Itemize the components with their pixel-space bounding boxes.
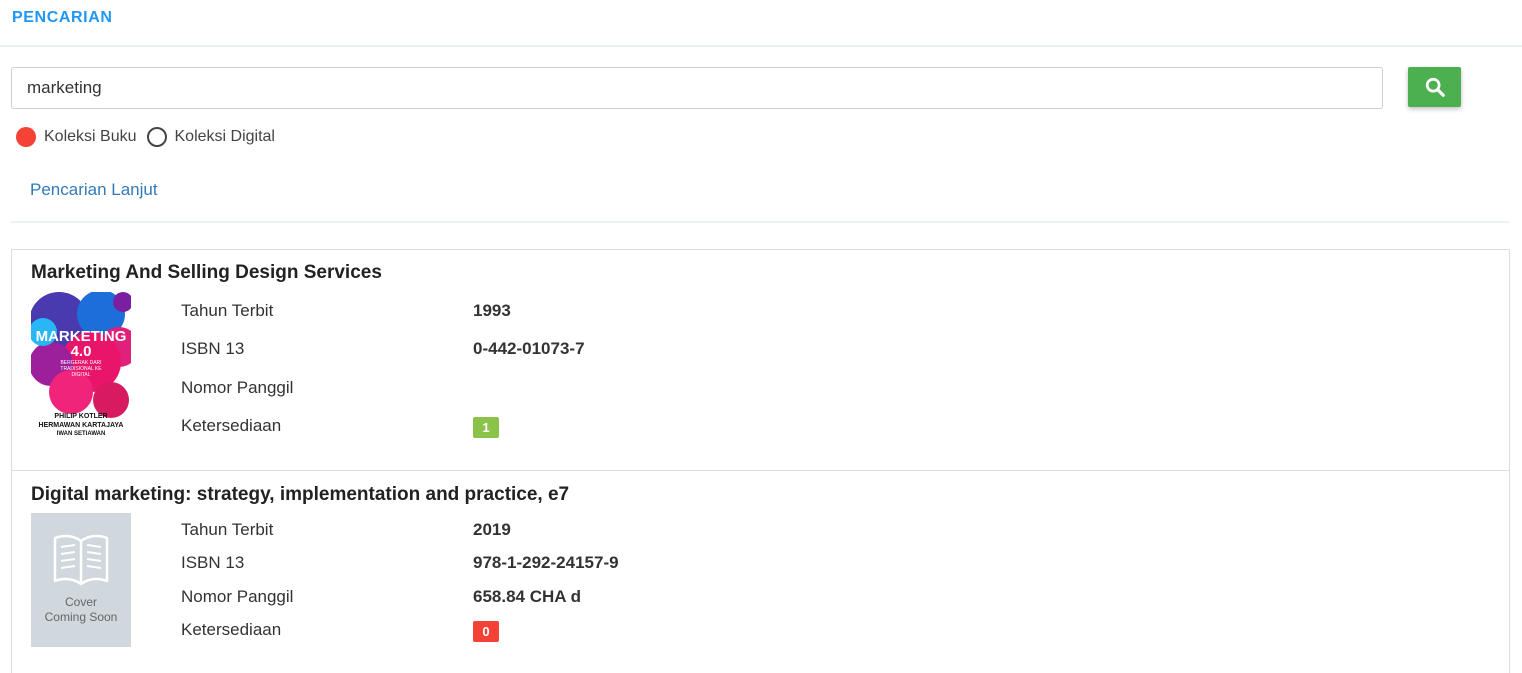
availability-label: Ketersediaan <box>181 416 282 435</box>
result-title-link[interactable]: Marketing And Selling Design Services <box>31 262 382 284</box>
book-cover-placeholder[interactable]: Cover Coming Soon <box>31 513 131 647</box>
radio-koleksi-digital[interactable]: Koleksi Digital <box>146 127 275 147</box>
availability-label: Ketersediaan <box>181 620 282 639</box>
results-list: Marketing And Selling Design Services MA… <box>11 249 1510 673</box>
isbn-value: 0-442-01073-7 <box>473 339 585 358</box>
page-header: PENCARIAN <box>0 0 1522 47</box>
search-button[interactable] <box>1408 67 1461 107</box>
year-label: Tahun Terbit <box>181 301 274 320</box>
isbn-value: 978-1-292-24157-9 <box>473 553 619 572</box>
cover-author: HERMAWAN KARTAJAYA <box>38 422 124 429</box>
cover-tagline: BERGERAK DARI TRADISIONAL KE DIGITAL <box>60 360 102 378</box>
cover-subtitle: 4.0 <box>70 343 92 360</box>
radio-koleksi-buku[interactable]: Koleksi Buku <box>16 127 137 147</box>
year-value: 2019 <box>473 520 511 539</box>
advanced-search-link[interactable]: Pencarian Lanjut <box>30 180 158 200</box>
call-number-value: 658.84 CHA d <box>473 587 582 606</box>
book-cover[interactable]: MARKETING 4.0 BERGERAK DARI TRADISIONAL … <box>31 292 131 442</box>
call-number-label: Nomor Panggil <box>181 587 294 606</box>
cover-author: IWAN SETIAWAN <box>56 431 106 437</box>
result-item: Digital marketing: strategy, implementat… <box>12 471 1509 673</box>
cover-author: PHILIP KOTLER <box>54 413 108 420</box>
isbn-label: ISBN 13 <box>181 339 245 358</box>
radio-button-checked[interactable] <box>16 127 36 147</box>
result-item: Marketing And Selling Design Services MA… <box>12 250 1509 471</box>
availability-badge: 0 <box>473 621 499 642</box>
year-value: 1993 <box>473 301 511 320</box>
cover-placeholder-text: Coming Soon <box>44 610 118 624</box>
page-title: PENCARIAN <box>12 9 113 26</box>
collection-radio-group: Koleksi Buku Koleksi Digital <box>16 126 285 148</box>
divider <box>11 221 1509 223</box>
radio-button-unchecked[interactable] <box>146 127 167 147</box>
book-icon <box>53 534 109 586</box>
result-title-link[interactable]: Digital marketing: strategy, implementat… <box>31 484 569 506</box>
search-icon <box>1425 77 1445 97</box>
availability-badge: 1 <box>473 417 499 438</box>
radio-label: Koleksi Digital <box>174 128 275 145</box>
cover-placeholder-text: Cover <box>64 595 97 609</box>
search-input[interactable] <box>11 67 1383 109</box>
year-label: Tahun Terbit <box>181 520 274 539</box>
isbn-label: ISBN 13 <box>181 553 245 572</box>
radio-label: Koleksi Buku <box>44 128 137 145</box>
call-number-label: Nomor Panggil <box>181 378 294 397</box>
